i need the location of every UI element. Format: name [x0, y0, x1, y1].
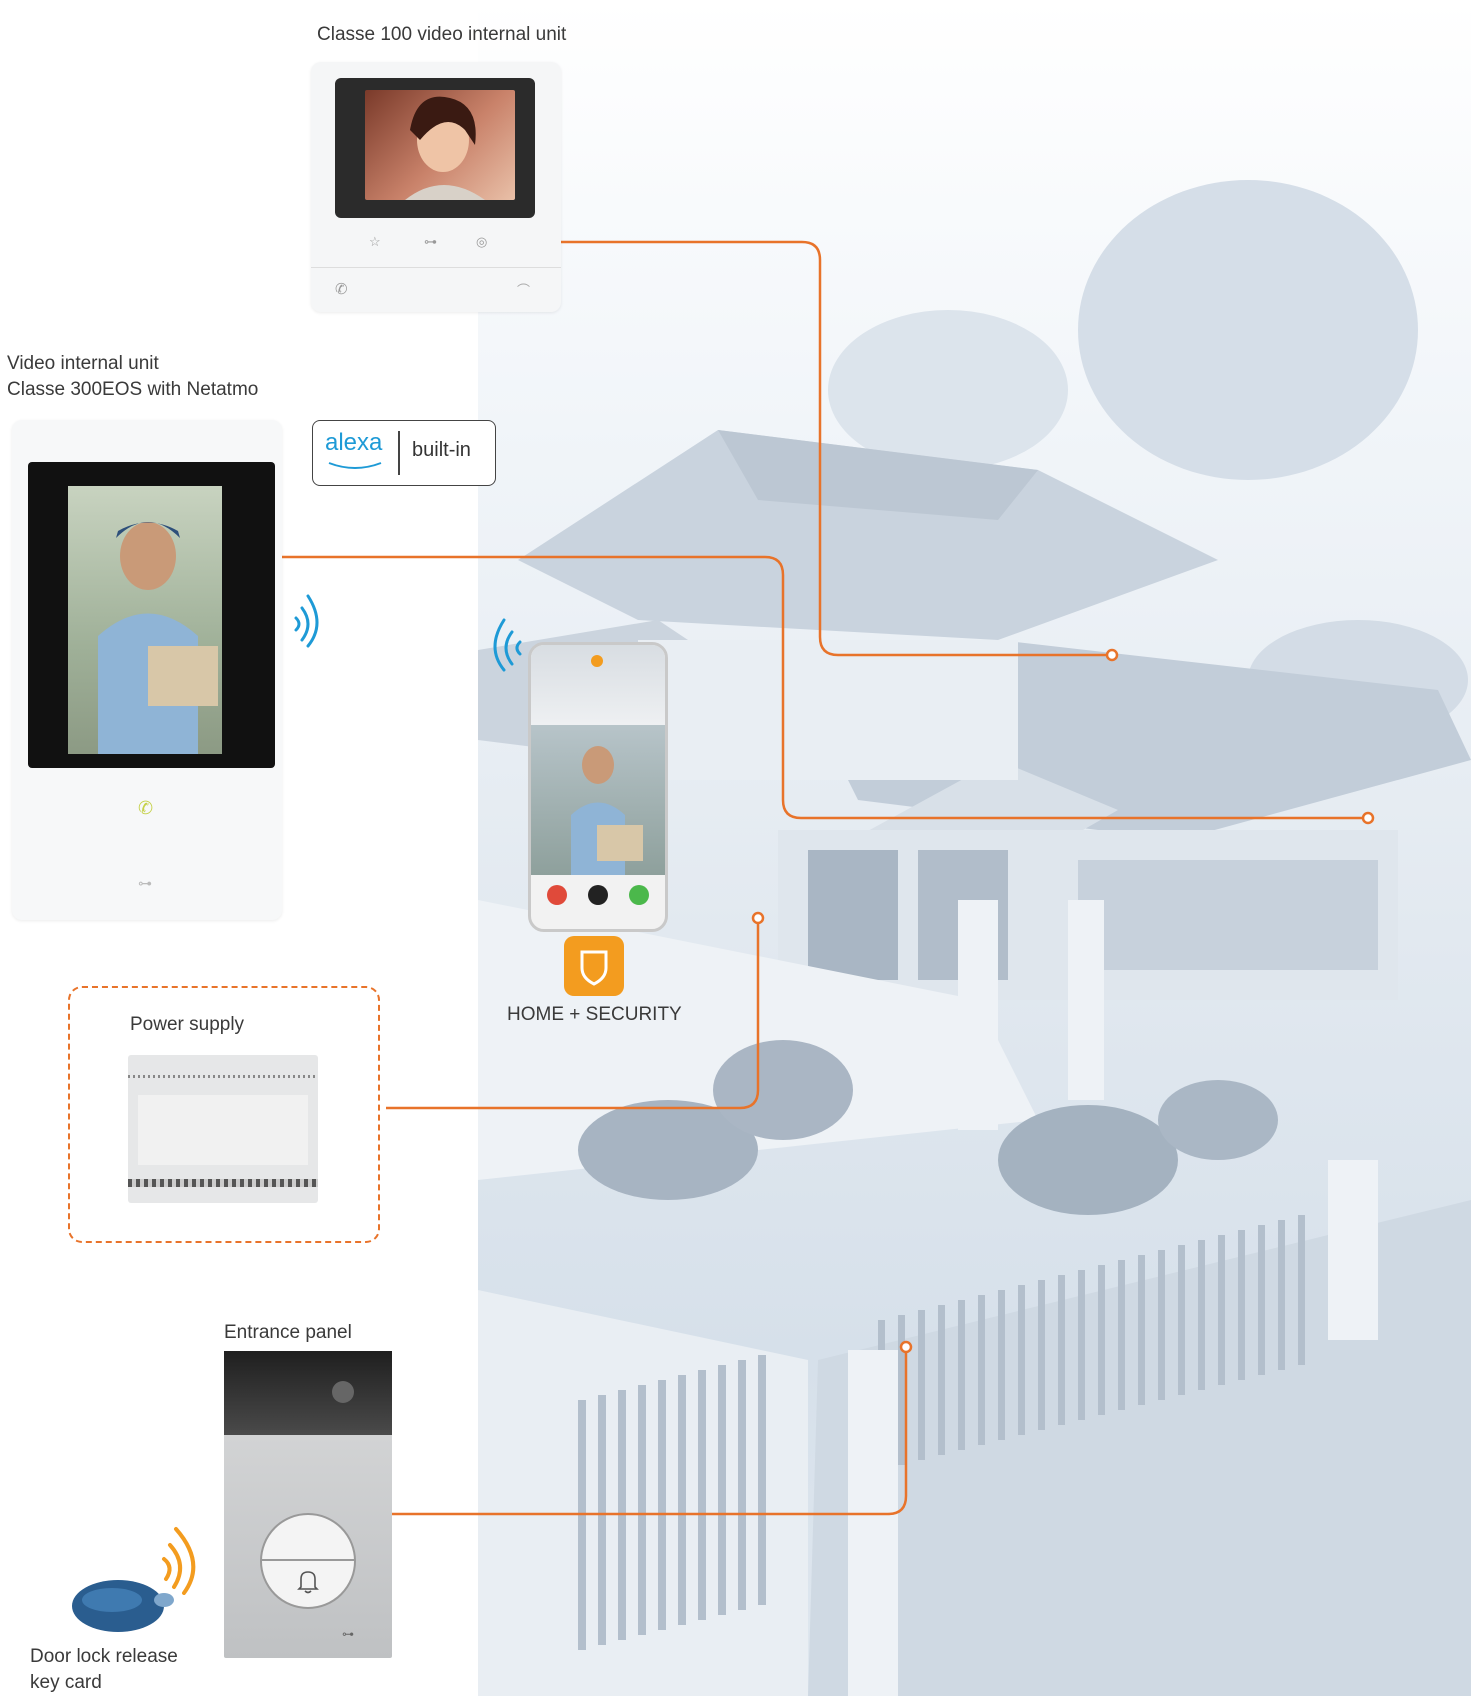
- classe100-label: Classe 100 video internal unit: [317, 24, 567, 45]
- smartphone[interactable]: [528, 642, 668, 932]
- divider: [311, 267, 561, 268]
- keycard-label-line1: Door lock release: [30, 1646, 178, 1667]
- app-video-feed: [531, 725, 665, 875]
- endpoint-dot: [899, 1340, 913, 1354]
- key-icon[interactable]: ⊶: [424, 234, 437, 250]
- keycard-fob[interactable]: [66, 1570, 176, 1638]
- alexa-built-in-badge: alexa built-in: [312, 420, 496, 486]
- answer-call-button[interactable]: [629, 885, 649, 905]
- alexa-wordmark: alexa: [325, 429, 383, 456]
- vent-strip: [128, 1075, 318, 1078]
- badge-divider: [398, 431, 400, 475]
- call-button[interactable]: [260, 1513, 356, 1609]
- connector-classe300: [282, 555, 1368, 820]
- door-open-button[interactable]: [588, 885, 608, 905]
- endpoint-dot: [751, 911, 765, 925]
- classe100-device[interactable]: ☆ ⊶ ◎ ✆ ⌒: [311, 62, 561, 312]
- camera-hood: [224, 1351, 392, 1435]
- connector-entrance-panel: [392, 1352, 908, 1516]
- app-name-label: HOME + SECURITY: [507, 1004, 682, 1025]
- classe300-screen: [28, 462, 275, 768]
- key-icon[interactable]: ⊶: [138, 875, 152, 892]
- reject-call-button[interactable]: [547, 885, 567, 905]
- video-caller-image: [365, 90, 515, 200]
- classe300-label-line2: Classe 300EOS with Netatmo: [7, 379, 259, 400]
- power-supply-label: Power supply: [130, 1014, 245, 1035]
- app-header: [531, 645, 665, 725]
- shield-icon: [580, 950, 608, 986]
- entrance-panel-label: Entrance panel: [224, 1322, 352, 1343]
- classe300-device[interactable]: ✆ ⊶: [12, 420, 282, 920]
- entrance-panel-device[interactable]: ⊶: [224, 1351, 392, 1658]
- hangup-icon[interactable]: ⌒: [517, 280, 530, 299]
- key-icon: ⊶: [342, 1627, 354, 1641]
- button-divider: [262, 1559, 354, 1561]
- camera-lens: [332, 1381, 354, 1403]
- bell-icon: [297, 1571, 319, 1594]
- phone-icon[interactable]: ✆: [138, 798, 153, 819]
- power-supply-device[interactable]: [128, 1055, 318, 1203]
- home-security-app-icon[interactable]: [564, 936, 624, 996]
- keycard-label-line2: key card: [30, 1672, 102, 1693]
- built-in-text: built-in: [412, 439, 471, 461]
- classe300-label-line1: Video internal unit: [7, 353, 159, 374]
- wifi-waves-icon: [294, 594, 319, 648]
- endpoint-dot: [1361, 811, 1375, 825]
- endpoint-dot: [1105, 648, 1119, 662]
- classe100-screen: [335, 78, 535, 218]
- phone-icon[interactable]: ✆: [335, 280, 348, 298]
- alexa-smile-icon: [328, 462, 382, 469]
- wifi-waves-icon: [493, 618, 522, 672]
- eye-icon[interactable]: ◎: [476, 234, 487, 250]
- star-icon[interactable]: ☆: [369, 234, 381, 250]
- notification-icon: [591, 655, 603, 667]
- connector-classe100: [560, 240, 1112, 657]
- video-courier-image: [68, 486, 222, 754]
- power-supply-front: [138, 1095, 308, 1165]
- terminal-strip: [128, 1179, 318, 1187]
